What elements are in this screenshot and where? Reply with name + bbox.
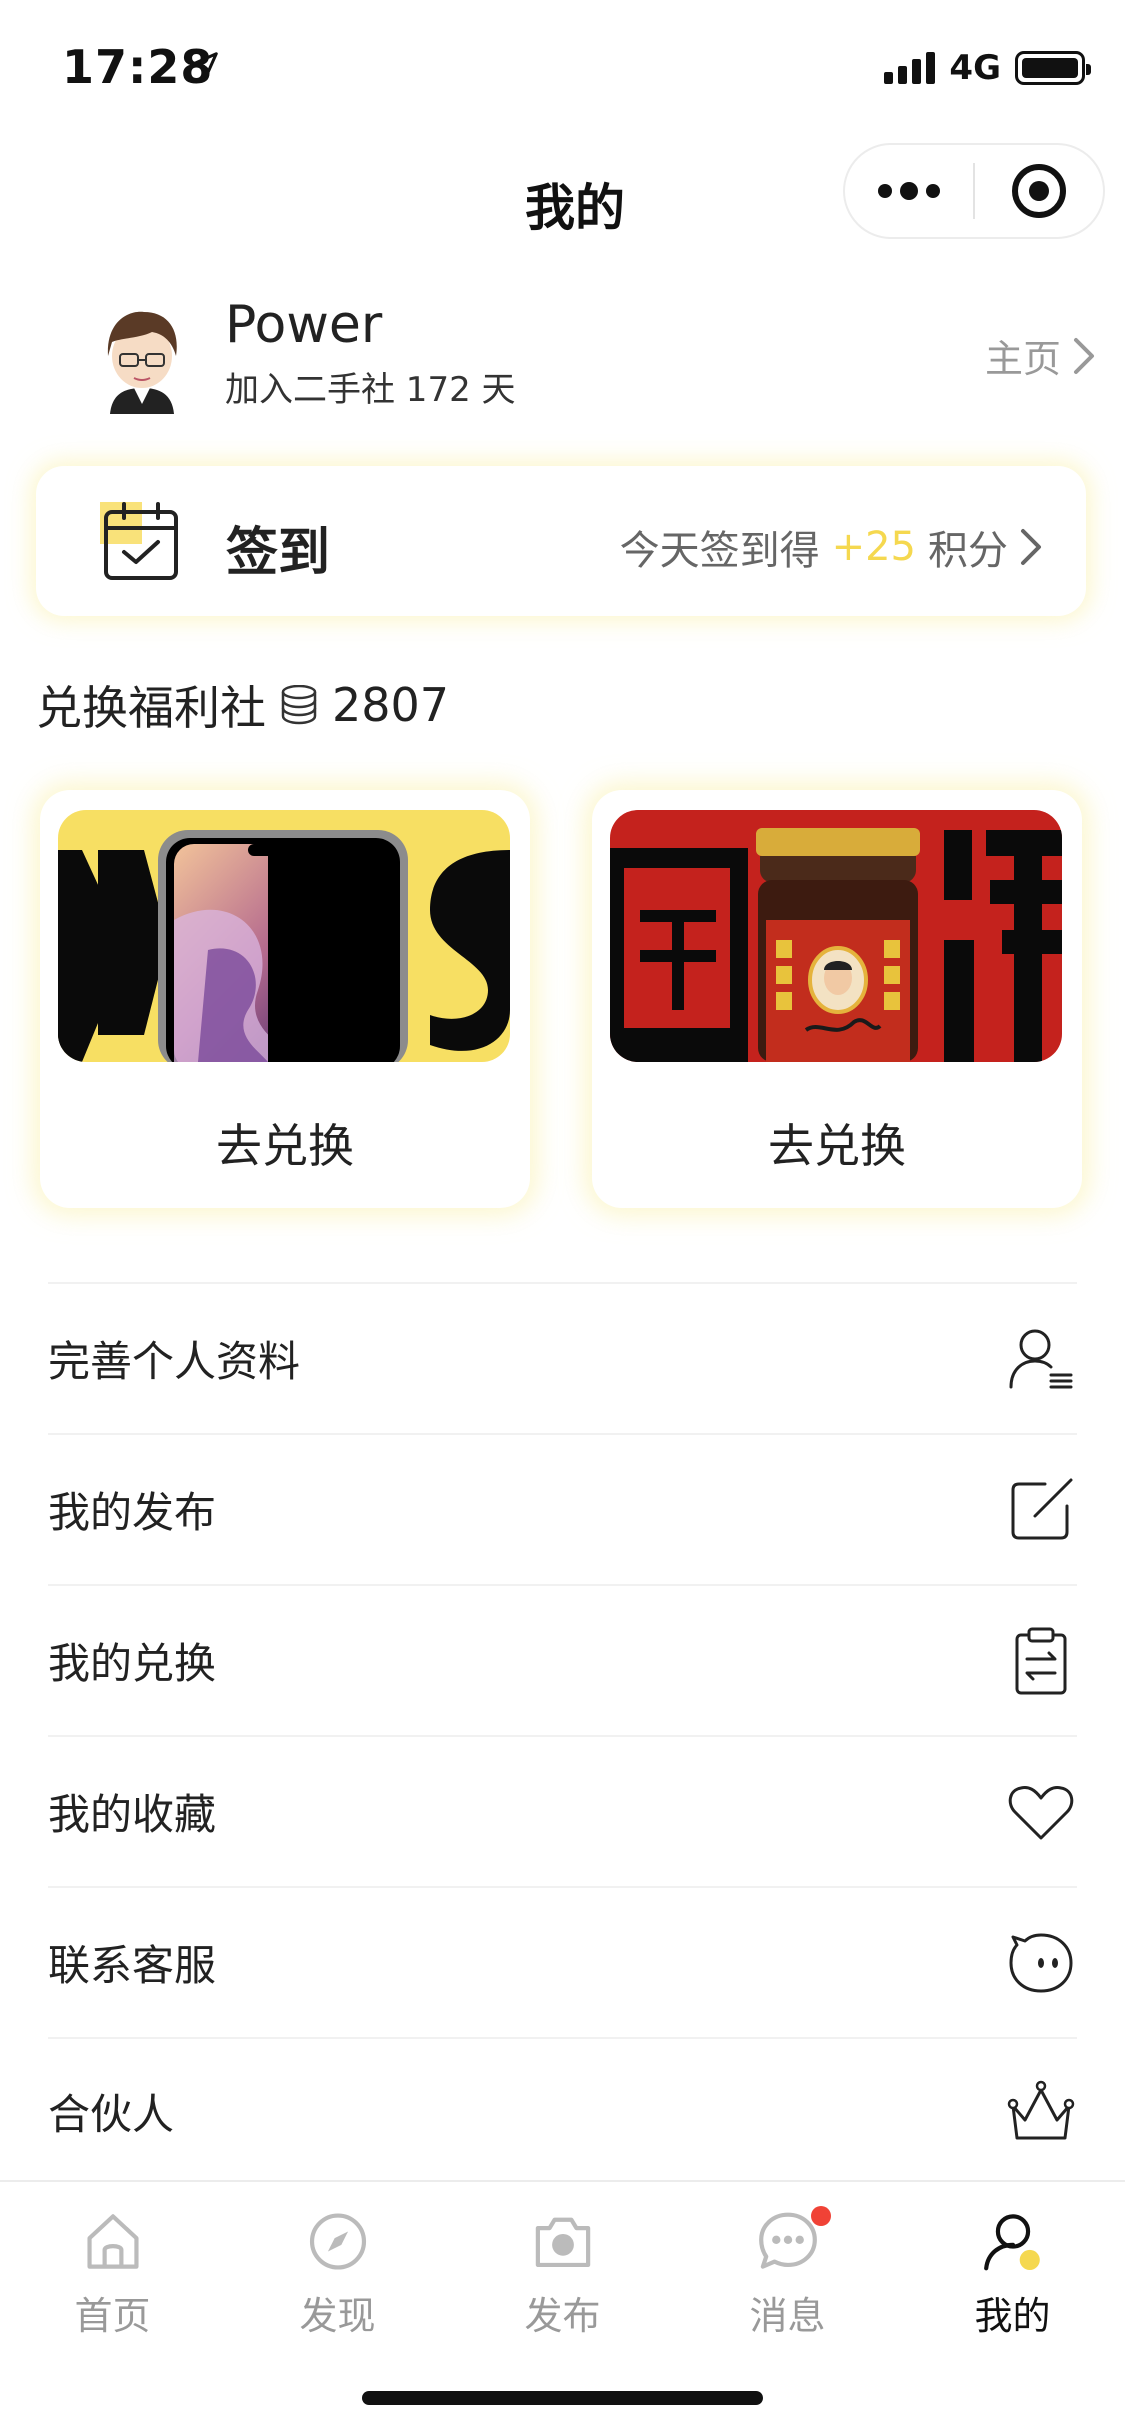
menu-item-favorites[interactable]: 我的收藏 — [48, 1735, 1077, 1886]
home-icon — [86, 2214, 139, 2269]
menu-list: 完善个人资料 我的发布 我的兑换 我的收藏 联系客服 合伙人 — [48, 1282, 1077, 2184]
chili-sauce-image — [610, 810, 1062, 1062]
edit-icon — [1011, 1478, 1073, 1539]
exchange-card-iphone[interactable]: 去兑换 — [40, 790, 530, 1208]
exchange-balance: 2807 — [332, 678, 450, 732]
checkin-hint-suffix: 积分 — [928, 528, 1008, 574]
homepage-link[interactable]: 主页 — [985, 328, 1095, 383]
iphone-xs-image — [58, 810, 510, 1062]
menu-item-label: 合伙人 — [48, 2090, 175, 2139]
exchange-section-title: 兑换福利社 2807 — [36, 672, 449, 738]
clipboard-exchange-icon — [1015, 1627, 1067, 1694]
coins-icon — [281, 685, 317, 725]
network-type: 4G — [949, 48, 1001, 88]
tab-bar: 首页 发现 发布 消息 我的 — [0, 2180, 1125, 2340]
calendar-check-icon — [100, 502, 178, 580]
location-arrow-icon — [192, 52, 218, 78]
menu-item-label: 我的兑换 — [48, 1639, 217, 1688]
tab-me[interactable]: 我的 — [900, 2182, 1125, 2340]
more-dots-icon — [878, 182, 940, 200]
unread-badge — [811, 2206, 831, 2226]
exchange-button[interactable]: 去兑换 — [40, 1110, 530, 1176]
checkin-hint: 今天签到得 +25 积分 — [620, 518, 1042, 576]
crown-icon — [1007, 2080, 1075, 2139]
camera-icon — [535, 2217, 590, 2268]
checkin-label: 签到 — [226, 523, 331, 583]
tab-label: 我的 — [974, 2294, 1051, 2338]
avatar — [107, 311, 177, 414]
heart-icon — [1008, 1785, 1074, 1839]
target-icon — [1011, 164, 1066, 218]
menu-item-label: 完善个人资料 — [48, 1337, 301, 1386]
user-profile-icon — [1009, 1329, 1073, 1388]
profile-icon — [983, 2214, 1040, 2271]
checkin-card[interactable]: 签到 今天签到得 +25 积分 — [36, 466, 1086, 616]
checkin-points: +25 — [831, 524, 916, 570]
tab-label: 发布 — [524, 2294, 601, 2338]
menu-item-my-exchanges[interactable]: 我的兑换 — [48, 1584, 1077, 1735]
tab-discover[interactable]: 发现 — [225, 2182, 450, 2340]
profile-header[interactable]: Power 加入二手社 172 天 主页 — [82, 290, 1095, 430]
mini-program-capsule — [843, 143, 1105, 239]
profile-name: Power — [225, 295, 383, 355]
menu-item-label: 我的发布 — [48, 1488, 217, 1537]
menu-item-complete-profile[interactable]: 完善个人资料 — [48, 1282, 1077, 1433]
checkin-hint-prefix: 今天签到得 — [619, 528, 820, 574]
exchange-button[interactable]: 去兑换 — [592, 1110, 1082, 1176]
menu-item-my-posts[interactable]: 我的发布 — [48, 1433, 1077, 1584]
menu-item-label: 联系客服 — [48, 1941, 217, 1990]
service-face-icon — [1009, 1933, 1073, 1992]
homepage-link-label: 主页 — [984, 337, 1061, 381]
battery-icon — [1015, 51, 1091, 85]
tab-label: 消息 — [749, 2294, 826, 2338]
tab-label: 发现 — [299, 2294, 376, 2338]
signal-icon — [884, 52, 936, 84]
menu-item-partner[interactable]: 合伙人 — [48, 2037, 1077, 2184]
compass-icon — [309, 2213, 366, 2270]
tab-label: 首页 — [74, 2294, 151, 2338]
tab-home[interactable]: 首页 — [0, 2182, 225, 2340]
close-program-button[interactable] — [975, 145, 1103, 237]
chevron-right-icon — [1021, 529, 1041, 565]
profile-join-days: 加入二手社 172 天 — [225, 370, 516, 410]
menu-item-label: 我的收藏 — [48, 1790, 217, 1839]
status-indicators: 4G — [884, 48, 1091, 88]
status-bar: 17:28 4G — [0, 0, 1125, 132]
more-button[interactable] — [845, 145, 973, 237]
chevron-right-icon — [1074, 337, 1094, 374]
tab-messages[interactable]: 消息 — [675, 2182, 900, 2340]
exchange-card-chili-sauce[interactable]: 去兑换 — [592, 790, 1082, 1208]
exchange-title: 兑换福利社 — [36, 681, 266, 735]
menu-item-customer-service[interactable]: 联系客服 — [48, 1886, 1077, 2037]
tab-publish[interactable]: 发布 — [450, 2182, 675, 2340]
home-indicator — [362, 2391, 763, 2405]
